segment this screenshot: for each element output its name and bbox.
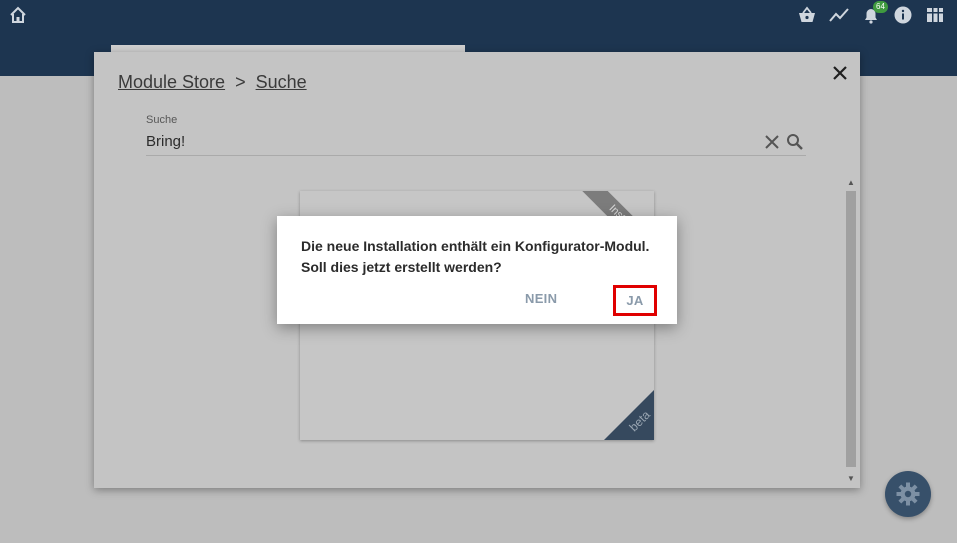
confirm-message: Die neue Installation enthält ein Konfig… <box>301 236 661 278</box>
confirm-dialog: Die neue Installation enthält ein Konfig… <box>277 216 677 324</box>
basket-icon[interactable] <box>797 5 817 25</box>
breadcrumb-search[interactable]: Suche <box>256 72 307 92</box>
search-label: Suche <box>146 114 178 126</box>
home-icon[interactable] <box>8 5 28 25</box>
scroll-up-arrow-icon[interactable]: ▲ <box>847 178 855 187</box>
confirm-message-line-1: Die neue Installation enthält ein Konfig… <box>301 238 650 254</box>
breadcrumb-separator: > <box>235 72 246 92</box>
notification-badge: 64 <box>873 1 888 13</box>
close-icon[interactable] <box>830 63 850 83</box>
scrollbar-thumb[interactable] <box>846 191 856 467</box>
settings-button[interactable] <box>885 471 931 517</box>
search-icon[interactable] <box>786 133 804 151</box>
scroll-down-arrow-icon[interactable]: ▼ <box>847 474 855 483</box>
apps-icon[interactable] <box>925 5 945 25</box>
gear-icon <box>896 482 920 506</box>
breadcrumb-module-store[interactable]: Module Store <box>118 72 225 92</box>
yes-button[interactable]: JA <box>613 285 657 316</box>
search-input[interactable]: Bring! <box>146 133 185 150</box>
no-button[interactable]: NEIN <box>525 291 557 306</box>
info-icon[interactable] <box>893 5 913 25</box>
breadcrumb: Module Store > Suche <box>118 72 307 93</box>
trend-icon[interactable] <box>829 5 849 25</box>
scrollbar[interactable]: ▲ ▼ <box>845 178 857 486</box>
clear-icon[interactable] <box>764 134 780 150</box>
confirm-message-line-2: Soll dies jetzt erstellt werden? <box>301 259 502 275</box>
search-underline <box>146 155 806 156</box>
